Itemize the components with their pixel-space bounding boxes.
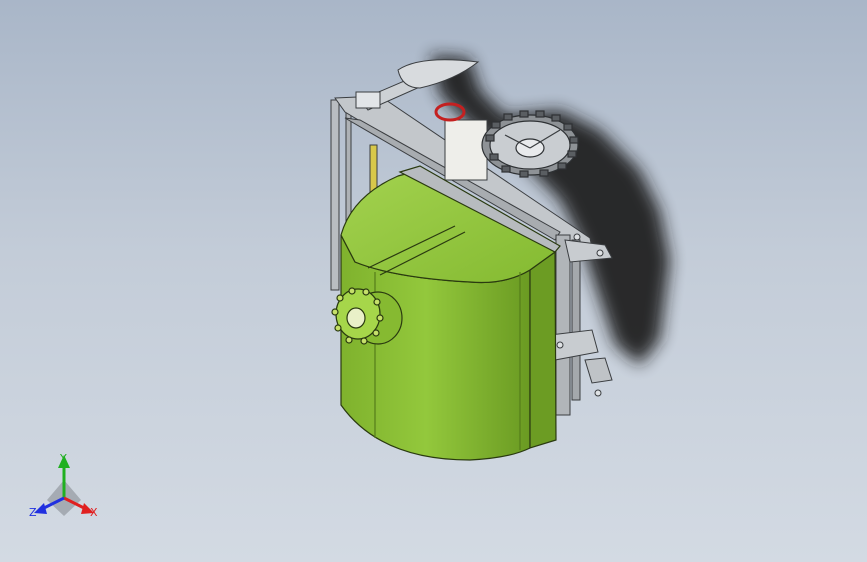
frame-post-left — [330, 99, 340, 291]
tank-side-face — [529, 250, 557, 449]
graphics-viewport[interactable]: Y X Z — [0, 0, 867, 562]
axis-triad: Y X Z — [29, 452, 98, 519]
white-cylinder — [444, 119, 488, 181]
model-view[interactable]: Y X Z — [0, 0, 867, 562]
mounting-foot — [584, 357, 613, 384]
x-axis-label: X — [90, 506, 98, 519]
bolt — [594, 389, 602, 397]
frame-post-right — [555, 234, 571, 416]
lever-clamp — [355, 91, 381, 109]
frame-post-right-2 — [571, 239, 581, 401]
bolt — [573, 233, 581, 241]
y-axis-label: Y — [59, 452, 67, 465]
bolt — [556, 341, 564, 349]
z-axis-label: Z — [29, 506, 37, 519]
bolt — [596, 249, 604, 257]
